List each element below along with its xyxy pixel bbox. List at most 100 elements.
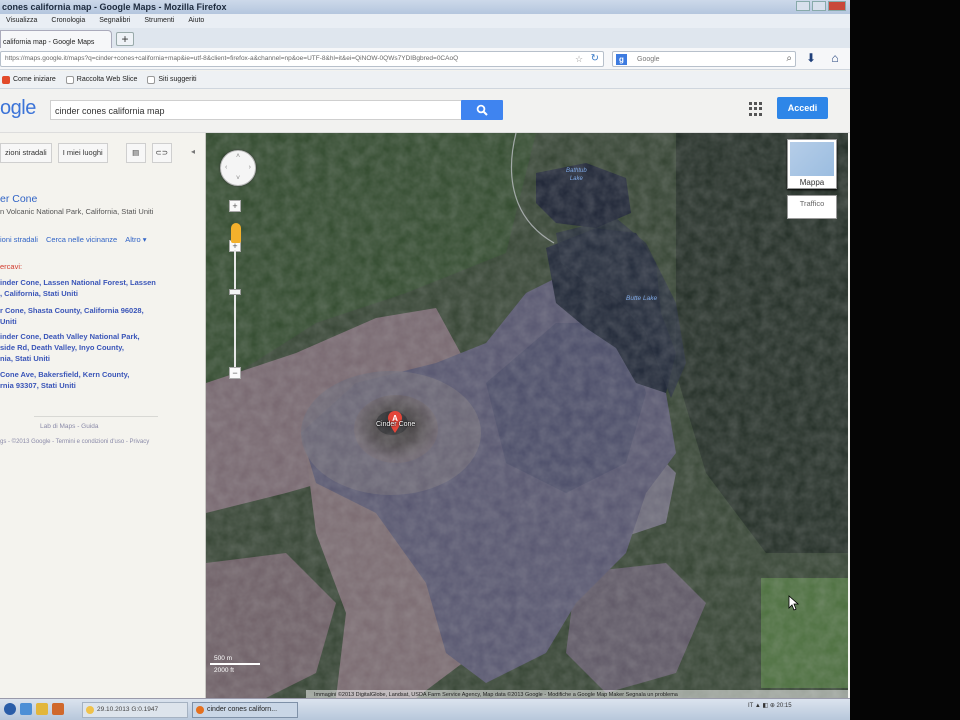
- start-button-icon[interactable]: [4, 703, 16, 715]
- menu-item-segnalibri[interactable]: Segnalibri: [99, 14, 130, 28]
- pan-right-icon[interactable]: ›: [249, 164, 251, 171]
- suggestion-item[interactable]: Cone Ave, Bakersfield, Kern County, rnia…: [0, 369, 198, 391]
- menu-item-strumenti[interactable]: Strumenti: [144, 14, 174, 28]
- my-places-button[interactable]: I miei luoghi: [57, 143, 108, 163]
- tab-google-maps[interactable]: california map - Google Maps: [0, 30, 112, 48]
- satellite-map[interactable]: ‹ › ˄ ˅ + + − Mappa Traffico A Cinder Co…: [206, 133, 848, 698]
- traffic-layer-button[interactable]: Traffico: [787, 195, 837, 219]
- new-tab-button[interactable]: +: [116, 32, 134, 46]
- home-icon[interactable]: ⌂: [828, 51, 842, 65]
- monitor-bezel: [850, 0, 960, 720]
- bookmarks-bar: Come iniziare Raccolta Web Slice Siti su…: [0, 71, 850, 89]
- page-icon: [147, 75, 156, 84]
- tab-label: california map - Google Maps: [3, 39, 95, 46]
- signin-button[interactable]: Accedi: [777, 97, 828, 119]
- suggestion-item[interactable]: r Cone, Shasta County, California 96028,…: [0, 305, 198, 327]
- more-link[interactable]: Altro ▾: [125, 235, 146, 244]
- scale-bar: [210, 663, 260, 665]
- screen: cones california map - Google Maps - Moz…: [0, 0, 850, 720]
- google-header: ogle cinder cones california map Accedi: [0, 89, 850, 133]
- result-title[interactable]: er Cone: [0, 193, 37, 205]
- url-text: https://maps.google.it/maps?q=cinder+con…: [5, 55, 459, 62]
- maximize-icon[interactable]: [812, 1, 826, 11]
- navigation-bar: https://maps.google.it/maps?q=cinder+con…: [0, 48, 850, 70]
- taskbar-item-folder[interactable]: 29.10.2013 G:0.1947: [82, 702, 188, 718]
- browser-search-box[interactable]: g Google ⌕: [612, 51, 796, 67]
- result-address: n Volcanic National Park, California, St…: [0, 207, 154, 216]
- firefox-icon: [196, 706, 204, 714]
- panel-divider: [34, 416, 158, 417]
- url-bar[interactable]: https://maps.google.it/maps?q=cinder+con…: [0, 51, 604, 67]
- page-icon: [65, 75, 74, 84]
- google-logo[interactable]: ogle: [0, 97, 36, 120]
- directions-link[interactable]: ioni stradali: [0, 235, 38, 244]
- suggestion-item[interactable]: inder Cone, Lassen National Forest, Lass…: [0, 277, 198, 299]
- search-engine-label: Google: [637, 56, 660, 63]
- maps-lab-links[interactable]: Lab di Maps - Guida: [40, 423, 99, 430]
- pan-left-icon[interactable]: ‹: [225, 164, 227, 171]
- map-type-button[interactable]: Mappa: [787, 139, 837, 189]
- firefox-icon[interactable]: [52, 703, 64, 715]
- menu-bar: Visualizza Cronologia Segnalibri Strumen…: [0, 14, 850, 28]
- folder-icon[interactable]: [36, 703, 48, 715]
- lake-label-north: Bathtub Lake: [566, 168, 587, 182]
- bookmark-star-icon[interactable]: ☆: [575, 54, 585, 64]
- results-panel: zioni stradali I miei luoghi ▤ ⊂⊃ ◂ er C…: [0, 133, 206, 698]
- maps-search-text: cinder cones california map: [55, 106, 165, 116]
- map-scale: 500 m 2000 ft: [210, 655, 270, 677]
- window-title: cones california map - Google Maps - Moz…: [2, 2, 227, 12]
- satellite-imagery: [206, 133, 848, 698]
- ie-icon[interactable]: [20, 703, 32, 715]
- google-engine-icon[interactable]: g: [616, 54, 627, 65]
- print-icon[interactable]: ▤: [125, 143, 146, 163]
- minimize-icon[interactable]: [796, 1, 810, 11]
- map-type-label: Mappa: [799, 178, 825, 187]
- tab-strip: california map - Google Maps +: [0, 28, 850, 48]
- maps-search-input[interactable]: cinder cones california map: [50, 100, 462, 120]
- zoom-out-icon[interactable]: −: [229, 367, 241, 379]
- system-tray[interactable]: IT ▲ ◧ ⊕ 20:15: [748, 702, 792, 709]
- scale-imperial: 2000 ft: [214, 667, 234, 674]
- bookmark-web-slice[interactable]: Raccolta Web Slice: [65, 75, 137, 84]
- scale-metric: 500 m: [214, 655, 233, 662]
- panel-toolbar: zioni stradali I miei luoghi ▤ ⊂⊃: [0, 143, 172, 163]
- search-nearby-link[interactable]: Cerca nelle vicinanze: [46, 235, 117, 244]
- suggestion-item[interactable]: inder Cone, Death Valley National Park, …: [0, 331, 198, 364]
- folder-icon: [86, 706, 94, 714]
- link-icon[interactable]: ⊂⊃: [151, 143, 172, 163]
- close-icon[interactable]: [828, 1, 846, 11]
- taskbar-item-firefox[interactable]: cinder cones californ...: [192, 702, 298, 718]
- window-controls: [796, 1, 846, 11]
- search-icon[interactable]: ⌕: [786, 53, 792, 65]
- apps-grid-icon[interactable]: [749, 102, 763, 116]
- menu-item-aiuto[interactable]: Aiuto: [188, 14, 204, 28]
- bookmark-siti-suggeriti[interactable]: Siti suggeriti: [147, 75, 197, 84]
- map-type-thumbnail: [790, 142, 834, 176]
- zoom-in-icon[interactable]: +: [229, 200, 241, 212]
- pegman-icon[interactable]: [231, 223, 241, 243]
- firefox-icon: [2, 75, 10, 84]
- zoom-track[interactable]: [234, 250, 236, 368]
- pan-control[interactable]: ‹ › ˄ ˅: [220, 150, 256, 186]
- magnifier-icon: [476, 104, 488, 116]
- zoom-slider-handle[interactable]: [229, 289, 241, 295]
- reload-icon[interactable]: ↻: [591, 53, 599, 65]
- legal-links[interactable]: gs - ©2013 Google - Termini e condizioni…: [0, 439, 149, 445]
- collapse-panel-icon[interactable]: ◂: [191, 147, 195, 156]
- download-icon[interactable]: ⬇: [804, 51, 818, 65]
- lake-label: Butte Lake: [626, 295, 658, 302]
- result-actions: ioni stradali Cerca nelle vicinanze Altr…: [0, 235, 147, 244]
- map-attribution: Immagini ©2013 DigitalGlobe, Landsat, US…: [306, 690, 848, 698]
- bookmark-come-iniziare[interactable]: Come iniziare: [2, 75, 56, 84]
- directions-button[interactable]: zioni stradali: [0, 143, 52, 163]
- menu-item-visualizza[interactable]: Visualizza: [6, 14, 37, 28]
- pin-label: Cinder Cone: [376, 421, 416, 428]
- mouse-cursor-icon: [788, 595, 800, 611]
- pan-up-icon[interactable]: ˄: [236, 153, 240, 160]
- did-you-mean-label: ercavi:: [0, 262, 23, 271]
- pan-down-icon[interactable]: ˅: [236, 175, 240, 182]
- taskbar: 29.10.2013 G:0.1947 cinder cones califor…: [0, 698, 850, 720]
- menu-item-cronologia[interactable]: Cronologia: [51, 14, 85, 28]
- window-titlebar: cones california map - Google Maps - Moz…: [0, 0, 850, 14]
- maps-search-button[interactable]: [461, 100, 503, 120]
